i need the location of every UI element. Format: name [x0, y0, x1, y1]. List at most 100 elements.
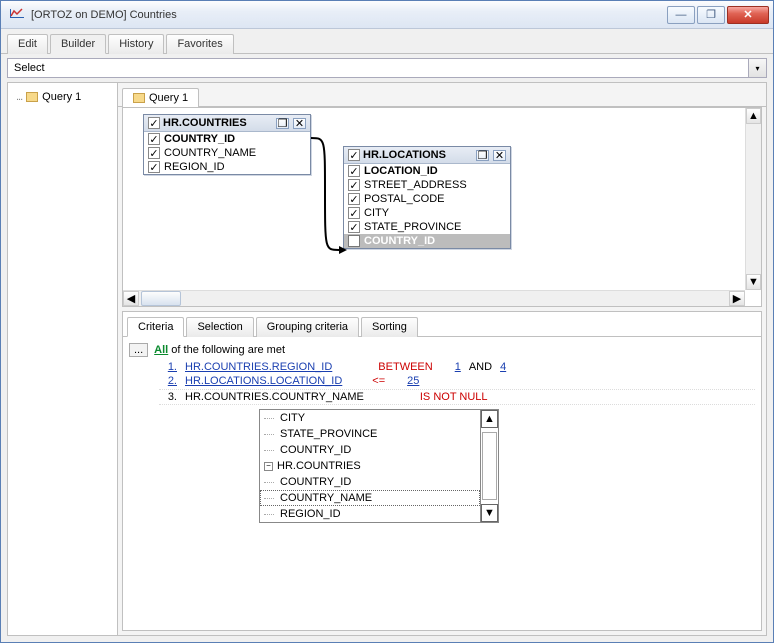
- criteria-operator[interactable]: IS NOT NULL: [420, 391, 488, 403]
- table-name: HR.COUNTRIES: [163, 117, 272, 129]
- criteria-and: AND: [469, 361, 492, 373]
- suggest-scroll-up-button[interactable]: ▲: [481, 410, 498, 428]
- criteria-content: ... All of the following are met 1. HR.C…: [123, 337, 761, 529]
- lower-panel: Criteria Selection Grouping criteria Sor…: [122, 311, 762, 631]
- tab-criteria[interactable]: Criteria: [127, 317, 184, 337]
- table-titlebar-countries[interactable]: ✓ HR.COUNTRIES ❐ ✕: [144, 115, 310, 132]
- maximize-button[interactable]: ❐: [697, 6, 725, 24]
- criteria-row-num[interactable]: 1.: [159, 361, 177, 373]
- table-name: HR.LOCATIONS: [363, 149, 472, 161]
- table-restore-button[interactable]: ❐: [276, 118, 289, 129]
- app-icon: [9, 7, 25, 23]
- tab-grouping-criteria[interactable]: Grouping criteria: [256, 317, 359, 337]
- table-close-button[interactable]: ✕: [493, 150, 506, 161]
- criteria-field-link[interactable]: HR.COUNTRIES.REGION_ID: [185, 361, 332, 373]
- criteria-value-2[interactable]: 4: [500, 361, 506, 373]
- criteria-value[interactable]: 25: [407, 375, 419, 387]
- builder-pane: Query 1 ✓ HR.COUNTRIES ❐ ✕ ✓COUNTRY_ID ✓…: [118, 83, 766, 635]
- table-col-city[interactable]: ✓CITY: [344, 206, 510, 220]
- suggest-scrollbar[interactable]: ▲ ▼: [480, 410, 498, 522]
- query-icon: [26, 92, 38, 102]
- field-suggest-popup: CITY STATE_PROVINCE COUNTRY_ID − HR.COUN…: [259, 409, 499, 523]
- criteria-header: ... All of the following are met: [129, 343, 755, 357]
- inner-tab-query1[interactable]: Query 1: [122, 88, 199, 107]
- suggest-item-country-id[interactable]: COUNTRY_ID: [260, 442, 480, 458]
- criteria-all-link[interactable]: All: [154, 344, 168, 356]
- close-button[interactable]: ✕: [727, 6, 769, 24]
- query-tree-pane: ... Query 1: [8, 83, 118, 635]
- suggest-scroll-thumb[interactable]: [482, 432, 497, 500]
- hscroll-thumb[interactable]: [141, 291, 181, 306]
- top-tabbar: Edit Builder History Favorites: [1, 29, 773, 54]
- inner-tabbar: Query 1: [118, 83, 766, 107]
- table-col-street-address[interactable]: ✓STREET_ADDRESS: [344, 178, 510, 192]
- tree-dots-icon: ...: [16, 91, 22, 103]
- table-col-location-id[interactable]: ✓LOCATION_ID: [344, 164, 510, 178]
- criteria-row-num[interactable]: 3.: [159, 391, 177, 403]
- hscroll-track[interactable]: [181, 291, 729, 306]
- suggest-item-country-id-2[interactable]: COUNTRY_ID: [260, 474, 480, 490]
- criteria-row-2[interactable]: 2. HR.LOCATIONS.LOCATION_ID <= 25: [159, 375, 755, 387]
- criteria-operator[interactable]: <=: [372, 375, 385, 387]
- application-window: [ORTOZ on DEMO] Countries — ❐ ✕ Edit Bui…: [0, 0, 774, 643]
- vscroll-down-button[interactable]: ▼: [746, 274, 761, 290]
- canvas-hscroll[interactable]: ◀ ▶: [123, 290, 745, 306]
- minimize-button[interactable]: —: [667, 6, 695, 24]
- table-titlebar-locations[interactable]: ✓ HR.LOCATIONS ❐ ✕: [344, 147, 510, 164]
- criteria-row-num[interactable]: 2.: [159, 375, 177, 387]
- titlebar[interactable]: [ORTOZ on DEMO] Countries — ❐ ✕: [1, 1, 773, 29]
- table-restore-button[interactable]: ❐: [476, 150, 489, 161]
- tree-item-query1[interactable]: ... Query 1: [14, 89, 111, 105]
- table-checkbox[interactable]: ✓: [148, 117, 160, 129]
- criteria-operator[interactable]: BETWEEN: [378, 361, 432, 373]
- table-col-postal-code[interactable]: ✓POSTAL_CODE: [344, 192, 510, 206]
- inner-tab-label: Query 1: [149, 92, 188, 104]
- vscroll-track[interactable]: [746, 124, 761, 274]
- criteria-tabbar: Criteria Selection Grouping criteria Sor…: [123, 312, 761, 337]
- suggest-scroll-down-button[interactable]: ▼: [481, 504, 498, 522]
- hscroll-right-button[interactable]: ▶: [729, 291, 745, 306]
- tab-sorting[interactable]: Sorting: [361, 317, 418, 337]
- table-col-region-id[interactable]: ✓REGION_ID: [144, 160, 310, 174]
- table-col-country-id[interactable]: ✓COUNTRY_ID: [144, 132, 310, 146]
- criteria-row-1[interactable]: 1. HR.COUNTRIES.REGION_ID BETWEEN 1 AND …: [159, 361, 755, 373]
- table-col-country-id-fk[interactable]: COUNTRY_ID: [344, 234, 510, 248]
- collapse-icon[interactable]: −: [264, 462, 273, 471]
- minimize-icon: —: [676, 9, 687, 21]
- suggest-item-city[interactable]: CITY: [260, 410, 480, 426]
- table-checkbox[interactable]: ✓: [348, 149, 360, 161]
- vscroll-up-button[interactable]: ▲: [746, 108, 761, 124]
- tree-item-label: Query 1: [42, 91, 81, 103]
- criteria-row-3[interactable]: 3. HR.COUNTRIES.COUNTRY_NAME IS NOT NULL: [159, 389, 755, 405]
- tab-edit[interactable]: Edit: [7, 34, 48, 54]
- tab-favorites[interactable]: Favorites: [166, 34, 233, 54]
- canvas-vscroll[interactable]: ▲ ▼: [745, 108, 761, 290]
- table-col-country-name[interactable]: ✓COUNTRY_NAME: [144, 146, 310, 160]
- select-bar: Select ▾: [7, 58, 767, 78]
- hscroll-left-button[interactable]: ◀: [123, 291, 139, 306]
- criteria-header-rest: of the following are met: [168, 344, 285, 356]
- table-box-countries[interactable]: ✓ HR.COUNTRIES ❐ ✕ ✓COUNTRY_ID ✓COUNTRY_…: [143, 114, 311, 175]
- suggest-group-hr-countries[interactable]: − HR.COUNTRIES: [260, 458, 480, 474]
- suggest-item-country-name[interactable]: COUNTRY_NAME: [260, 490, 480, 506]
- tab-history[interactable]: History: [108, 34, 164, 54]
- maximize-icon: ❐: [706, 8, 716, 21]
- tab-selection[interactable]: Selection: [186, 317, 253, 337]
- diagram-canvas[interactable]: ✓ HR.COUNTRIES ❐ ✕ ✓COUNTRY_ID ✓COUNTRY_…: [123, 108, 745, 290]
- close-icon: ✕: [743, 8, 752, 21]
- diagram-canvas-wrap: ✓ HR.COUNTRIES ❐ ✕ ✓COUNTRY_ID ✓COUNTRY_…: [122, 107, 762, 307]
- select-bar-text: Select: [8, 62, 748, 74]
- select-bar-dropdown-button[interactable]: ▾: [748, 59, 766, 77]
- criteria-more-button[interactable]: ...: [129, 343, 148, 357]
- criteria-field-text[interactable]: HR.COUNTRIES.COUNTRY_NAME: [185, 391, 364, 403]
- tab-builder[interactable]: Builder: [50, 34, 106, 54]
- table-box-locations[interactable]: ✓ HR.LOCATIONS ❐ ✕ ✓LOCATION_ID ✓STREET_…: [343, 146, 511, 249]
- field-suggest-list: CITY STATE_PROVINCE COUNTRY_ID − HR.COUN…: [260, 410, 480, 522]
- suggest-item-state-province[interactable]: STATE_PROVINCE: [260, 426, 480, 442]
- criteria-field-link[interactable]: HR.LOCATIONS.LOCATION_ID: [185, 375, 342, 387]
- table-col-state-province[interactable]: ✓STATE_PROVINCE: [344, 220, 510, 234]
- criteria-value-1[interactable]: 1: [455, 361, 461, 373]
- suggest-item-region-id[interactable]: REGION_ID: [260, 506, 480, 522]
- main-split: ... Query 1 Query 1 ✓ HR.COUNTRIES: [7, 82, 767, 636]
- table-close-button[interactable]: ✕: [293, 118, 306, 129]
